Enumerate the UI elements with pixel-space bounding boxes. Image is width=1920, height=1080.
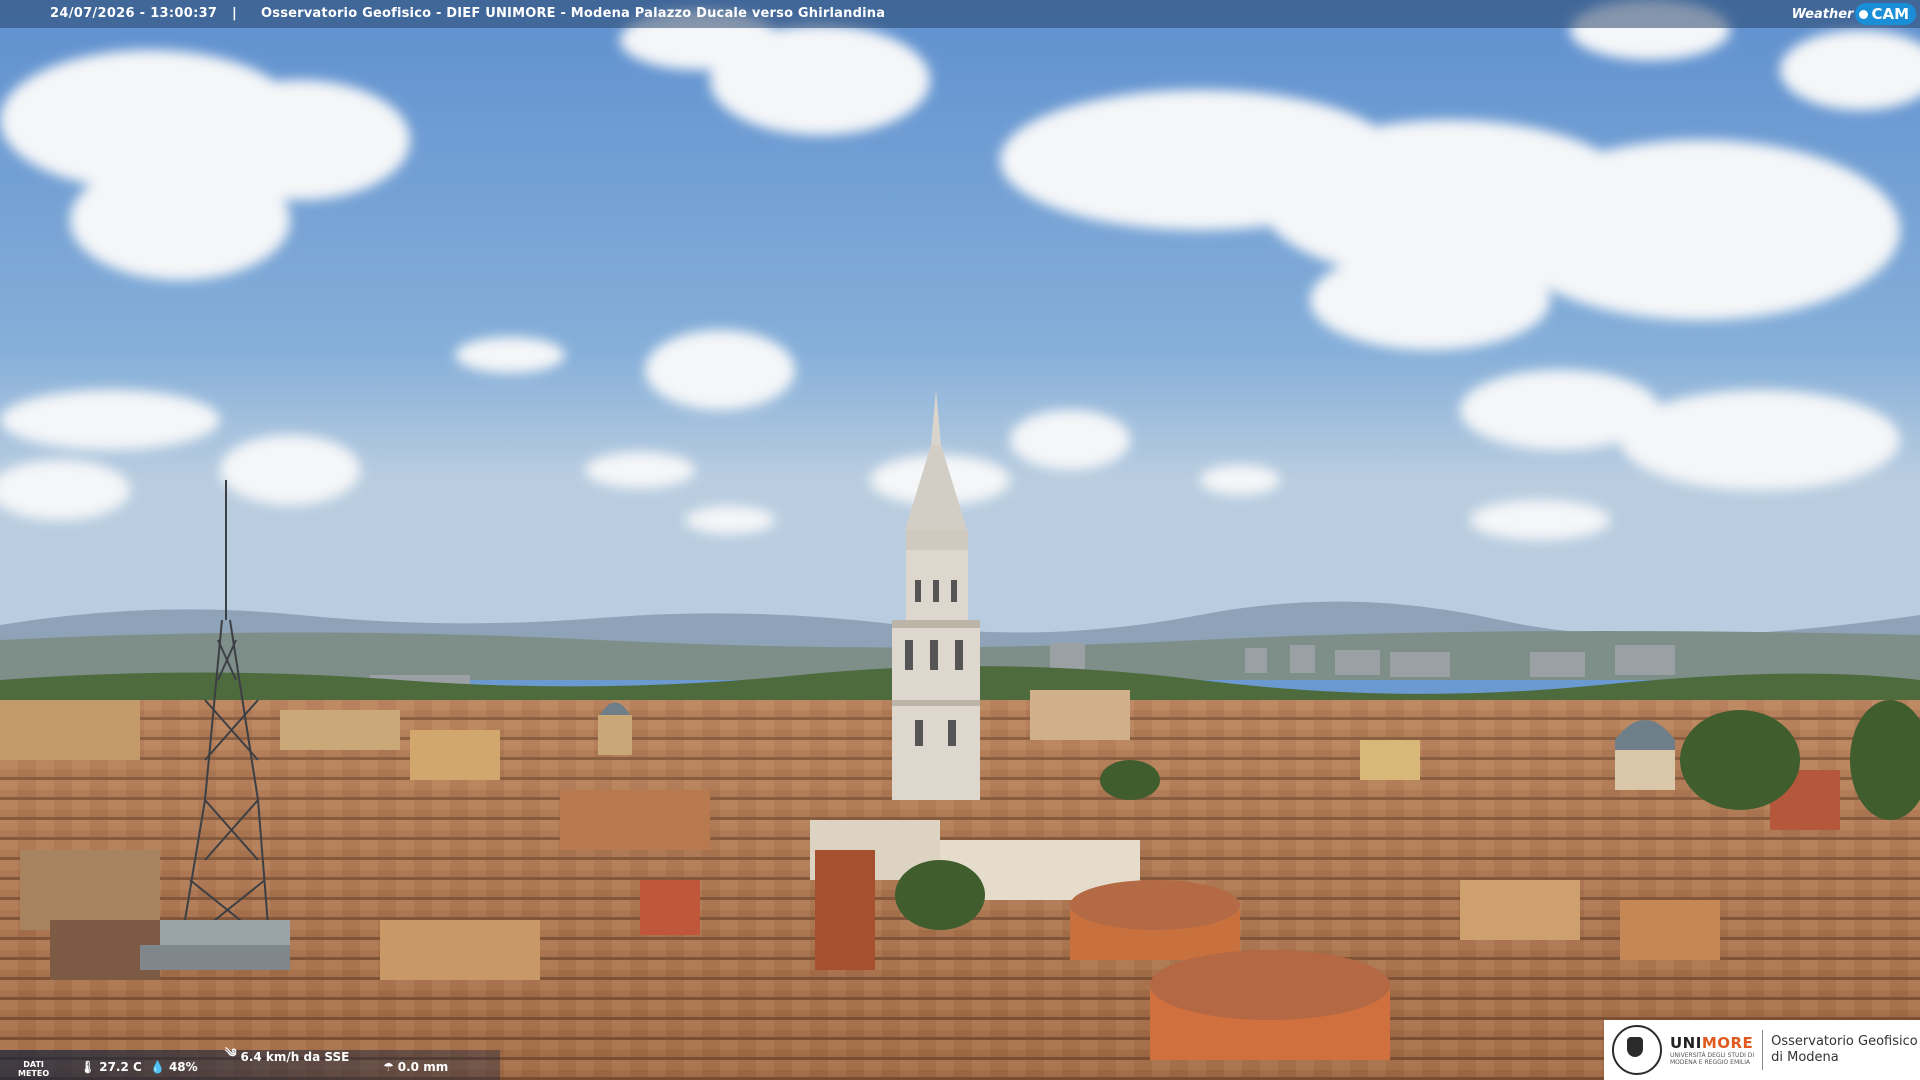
temperature-value: 27.2 C <box>99 1060 142 1074</box>
meteo-label-line1: DATI <box>23 1060 44 1069</box>
meteo-label: DATI METEO <box>18 1060 49 1078</box>
city-skyline-image <box>0 0 1920 1080</box>
unimore-subtitle-line1: UNIVERSITÀ DEGLI STUDI DI <box>1670 1052 1755 1059</box>
university-seal-icon <box>1612 1025 1662 1075</box>
header-separator: | <box>232 6 237 21</box>
weathercam-cam-badge: CAM <box>1855 3 1916 25</box>
humidity-value: 48% <box>168 1060 198 1074</box>
unimore-wordmark: UNIMORE UNIVERSITÀ DEGLI STUDI DI MODENA… <box>1670 1034 1754 1066</box>
camera-caption: Osservatorio Geofisico - DIEF UNIMORE - … <box>261 6 886 21</box>
wind-value: 6.4 km/h da SSE <box>240 1050 350 1064</box>
observatory-name: Osservatorio Geofisico di Modena <box>1771 1034 1918 1066</box>
header-bar: 24/07/2026 - 13:00:37 | Osservatorio Geo… <box>0 0 1920 28</box>
weathercam-cam-text: CAM <box>1871 5 1909 23</box>
unimore-uni-text: UNI <box>1670 1034 1702 1052</box>
unimore-logo-card: UNIMORE UNIVERSITÀ DEGLI STUDI DI MODENA… <box>1604 1020 1920 1080</box>
observatory-name-line1: Osservatorio Geofisico <box>1771 1034 1918 1049</box>
rain-value: 0.0 mm <box>397 1060 449 1074</box>
weathercam-weather-text: Weather <box>1791 6 1854 22</box>
rain-reading: ☂ 0.0 mm <box>383 1060 448 1074</box>
unimore-subtitle: UNIVERSITÀ DEGLI STUDI DI MODENA E REGGI… <box>1670 1052 1754 1066</box>
wind-icon: ༄ <box>225 1046 237 1060</box>
wind-reading: ༄ 6.4 km/h da SSE <box>225 1040 349 1074</box>
observatory-name-line2: di Modena <box>1771 1050 1839 1065</box>
cam-dot-icon <box>1859 9 1869 19</box>
weathercam-logo: Weather CAM <box>1792 3 1916 25</box>
meteo-label-line2: METEO <box>18 1069 50 1078</box>
unimore-name: UNIMORE <box>1670 1034 1754 1052</box>
thermometer-icon: 🌡 <box>80 1060 96 1074</box>
webcam-scene <box>0 0 1920 1080</box>
logo-divider <box>1762 1030 1764 1070</box>
unimore-subtitle-line2: MODENA E REGGIO EMILIA <box>1670 1059 1751 1066</box>
humidity-reading: 💧 48% <box>150 1060 198 1074</box>
humidity-icon: 💧 <box>150 1060 165 1074</box>
datetime-stamp: 24/07/2026 - 13:00:37 <box>50 6 218 21</box>
unimore-more-text: MORE <box>1701 1034 1754 1052</box>
temperature-reading: 🌡 27.2 C <box>80 1060 142 1074</box>
rain-icon: ☂ <box>383 1060 394 1074</box>
